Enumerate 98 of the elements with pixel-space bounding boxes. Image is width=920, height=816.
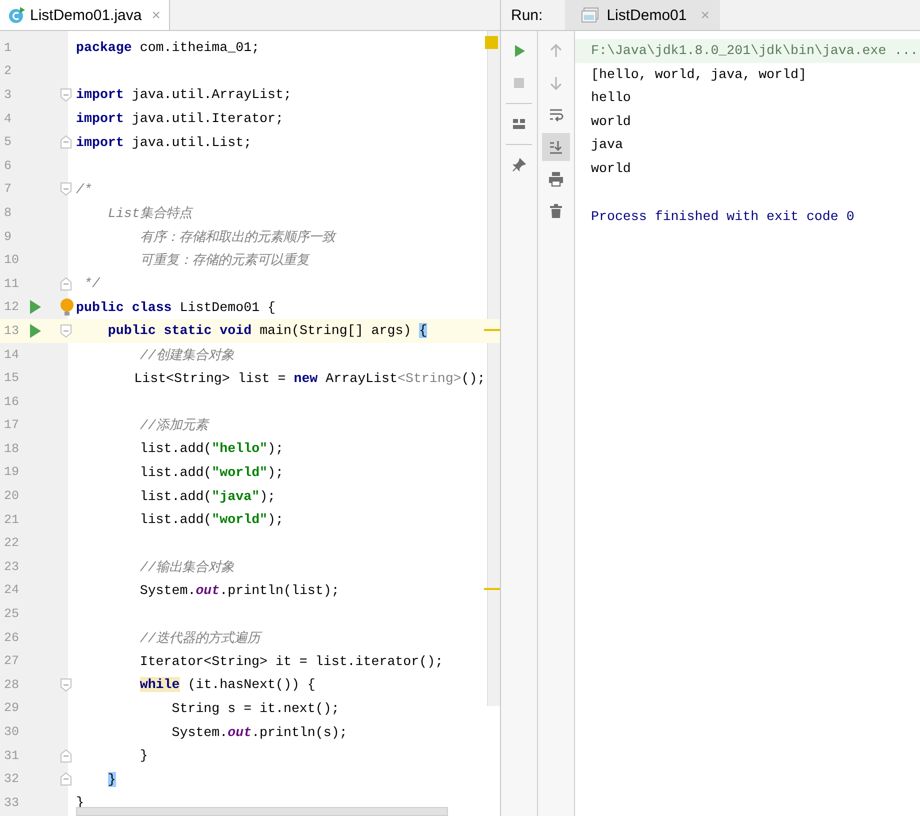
code-line: //输出集合对象 xyxy=(138,560,234,575)
tab-label: ListDemo01.java xyxy=(30,6,142,24)
layout-icon xyxy=(511,116,527,132)
code-line: public static void main(String[] args) { xyxy=(106,323,428,338)
line-number: 3 xyxy=(3,88,13,102)
tab-label: ListDemo01 xyxy=(606,6,687,24)
code-line: } xyxy=(138,748,148,764)
line-number: 8 xyxy=(3,206,13,220)
run-label: Run: xyxy=(510,6,544,24)
trash-icon xyxy=(548,203,564,219)
fold-marker-icon[interactable] xyxy=(60,182,72,196)
line-number: 29 xyxy=(3,701,20,716)
line-number: 10 xyxy=(3,253,20,268)
line-number: 19 xyxy=(3,465,20,480)
fold-marker-icon[interactable] xyxy=(60,276,72,291)
line-number: 7 xyxy=(3,182,13,196)
code-line: 可重复：存储的元素可以重复 xyxy=(138,253,309,268)
line-number: 15 xyxy=(3,371,20,386)
line-number: 31 xyxy=(3,748,20,763)
fold-marker-icon[interactable] xyxy=(60,135,72,150)
run-tab[interactable]: ListDemo01 × xyxy=(564,0,720,30)
code-line: System.out.println(list); xyxy=(138,582,340,598)
line-number: 12 xyxy=(3,300,20,314)
line-number: 13 xyxy=(3,324,20,338)
scroll-end-button[interactable] xyxy=(542,133,570,161)
line-number: 11 xyxy=(3,276,20,291)
line-number: 22 xyxy=(3,536,20,550)
code-line: //迭代器的方式遍历 xyxy=(76,630,260,646)
code-line: list.add("hello"); xyxy=(138,441,284,456)
fold-marker-icon[interactable] xyxy=(60,88,72,102)
code-line: List集合特点 xyxy=(106,206,192,221)
code-line: /* xyxy=(76,182,92,197)
code-line: list.add("world"); xyxy=(138,464,284,480)
code-line: //添加元素 xyxy=(138,418,208,434)
line-number: 32 xyxy=(3,772,20,786)
down-icon xyxy=(548,75,564,91)
console-line: java xyxy=(590,136,624,154)
line-number: 6 xyxy=(3,158,13,173)
line-number: 27 xyxy=(3,654,20,668)
code-line: while (it.hasNext()) { xyxy=(138,677,316,692)
line-number: 9 xyxy=(3,230,13,244)
line-number: 24 xyxy=(3,583,20,598)
line-number: 4 xyxy=(3,112,13,126)
code-line: */ xyxy=(82,276,100,292)
print-icon xyxy=(548,171,564,187)
fold-marker-icon[interactable] xyxy=(60,772,72,786)
file-tab[interactable]: ListDemo01.java × xyxy=(0,0,170,30)
fold-marker-icon[interactable] xyxy=(60,678,72,692)
line-number: 16 xyxy=(3,394,20,409)
line-number: 30 xyxy=(3,725,20,740)
code-line: import java.util.ArrayList; xyxy=(76,87,292,102)
fold-marker-icon[interactable] xyxy=(60,324,72,338)
class-file-icon xyxy=(8,6,26,24)
console-window-icon xyxy=(580,7,599,23)
up-icon xyxy=(548,43,564,59)
code-line: String s = it.next(); xyxy=(170,700,340,716)
inspection-status-icon xyxy=(485,36,498,49)
line-number: 17 xyxy=(3,418,20,432)
line-number: 5 xyxy=(3,135,13,150)
stop-icon xyxy=(511,75,527,91)
line-number: 26 xyxy=(3,630,20,645)
scroll-end-icon xyxy=(548,139,564,155)
line-number: 23 xyxy=(3,560,20,574)
line-number: 25 xyxy=(3,607,20,622)
code-line: Iterator<String> it = list.iterator(); xyxy=(138,654,444,669)
pin-icon xyxy=(511,157,527,173)
line-number: 18 xyxy=(3,442,20,456)
line-number: 33 xyxy=(3,796,20,810)
line-number: 21 xyxy=(3,512,20,527)
error-stripe-mark[interactable] xyxy=(484,588,500,590)
code-line: import java.util.Iterator; xyxy=(76,111,284,126)
lightbulb-icon[interactable] xyxy=(60,298,74,316)
code-line: list.add("java"); xyxy=(138,488,276,504)
horizontal-scrollbar[interactable] xyxy=(76,807,448,816)
error-stripe-mark[interactable] xyxy=(484,328,500,331)
code-line: 有序：存储和取出的元素顺序一致 xyxy=(138,230,335,245)
line-number: 2 xyxy=(3,64,13,78)
console-line: Process finished with exit code 0 xyxy=(590,208,856,226)
code-line: System.out.println(s); xyxy=(170,724,348,740)
run-icon[interactable] xyxy=(30,324,41,338)
console-line: [hello, world, java, world] xyxy=(590,66,808,84)
line-number: 20 xyxy=(3,489,20,504)
code-line: //创建集合对象 xyxy=(138,348,234,363)
line-number: 28 xyxy=(3,678,20,692)
line-number: 14 xyxy=(3,348,20,362)
code-line: list.add("world"); xyxy=(138,512,284,528)
console-line: hello xyxy=(590,89,632,108)
scrollbar-thumb[interactable] xyxy=(487,31,500,706)
fold-marker-icon[interactable] xyxy=(60,748,72,763)
code-line: package com.itheima_01; xyxy=(76,40,260,56)
code-line: import java.util.List; xyxy=(76,134,252,150)
run-icon[interactable] xyxy=(30,300,41,314)
code-line: public class ListDemo01 { xyxy=(76,300,276,315)
code-line: List<String> list = new ArrayList<String>(); xyxy=(133,370,486,386)
wrap-icon xyxy=(548,107,564,123)
console-line: world xyxy=(590,160,632,178)
line-number: 1 xyxy=(3,40,13,55)
console-line: world xyxy=(590,112,632,131)
